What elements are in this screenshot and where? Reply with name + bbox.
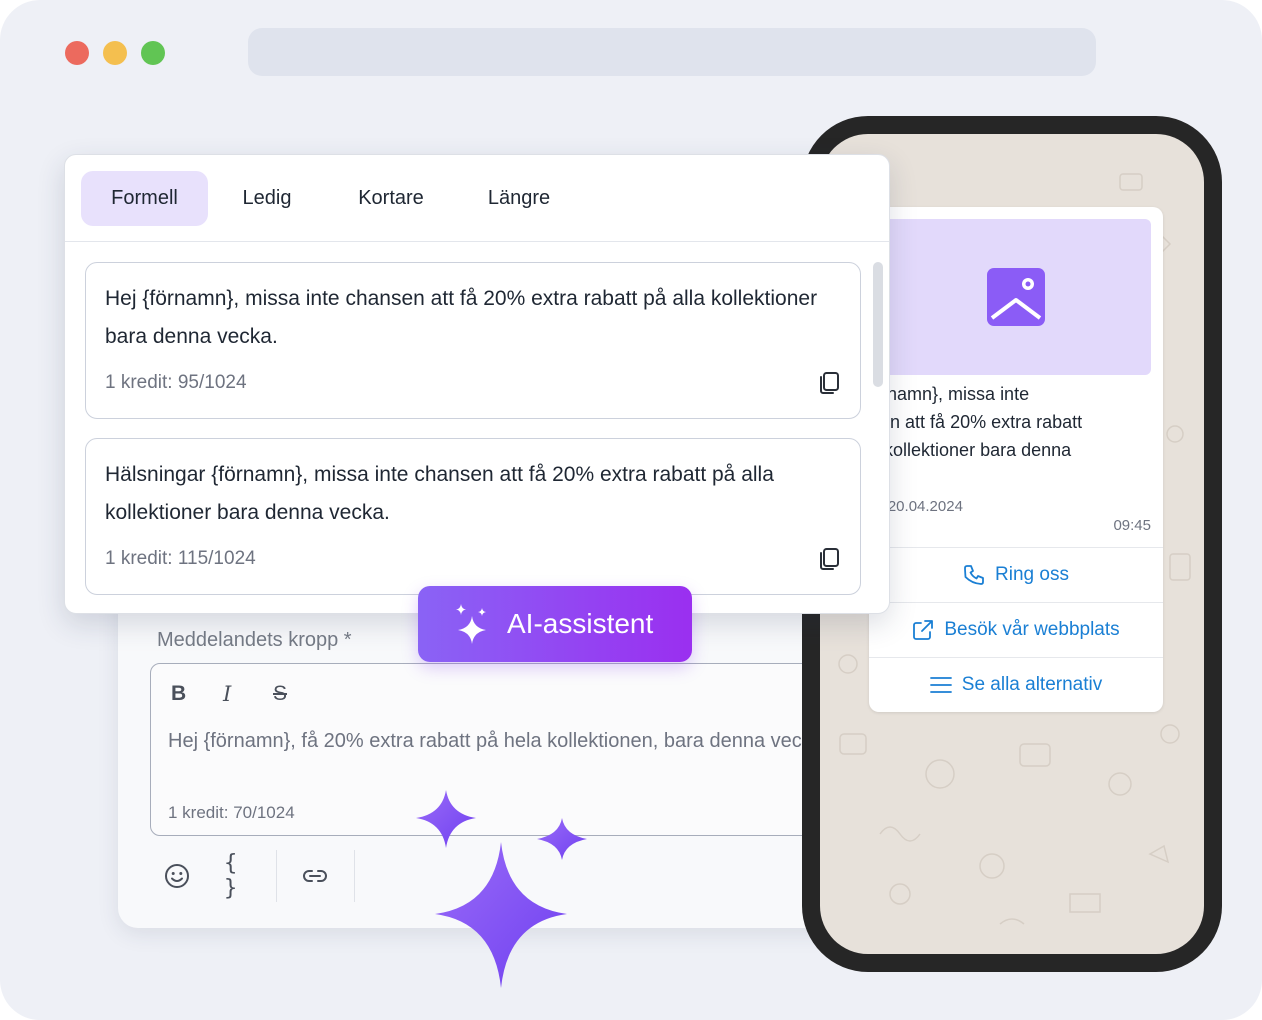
visit-website-label: Besök vår webbplats xyxy=(944,619,1120,640)
suggestion-text: Hej {förnamn}, missa inte chansen att få… xyxy=(105,287,818,348)
preview-timestamp: 09:45 xyxy=(1113,517,1151,534)
close-window-dot[interactable] xyxy=(65,41,89,65)
phone-icon xyxy=(964,565,984,585)
message-body-editor[interactable]: B I S Hej {förnamn}, få 20% extra rabatt… xyxy=(150,663,850,836)
list-icon xyxy=(929,677,952,693)
strikethrough-button[interactable]: S xyxy=(273,682,287,706)
see-all-options-button[interactable]: Se alla alternativ xyxy=(869,657,1163,712)
editor-bottom-toolbar: { } xyxy=(150,850,450,902)
address-bar[interactable] xyxy=(248,28,1096,76)
toolbar-divider xyxy=(354,850,355,902)
browser-window: Meddelandets kropp * B I S Hej {förnamn}… xyxy=(0,0,1262,1020)
tab-ledig[interactable]: Ledig xyxy=(220,171,314,226)
image-placeholder xyxy=(881,219,1151,375)
suggestion-card[interactable]: Hälsningar {förnamn}, missa inte chansen… xyxy=(85,438,861,595)
copy-icon[interactable] xyxy=(818,371,840,395)
see-all-options-label: Se alla alternativ xyxy=(961,674,1103,695)
call-us-label: Ring oss xyxy=(995,564,1069,585)
emoji-icon[interactable] xyxy=(162,850,192,902)
maximize-window-dot[interactable] xyxy=(141,41,165,65)
copy-icon[interactable] xyxy=(818,547,840,571)
whatsapp-message-card: j {förnamn}, missa inte ansen att få 20%… xyxy=(869,207,1163,712)
suggestion-credit-count: 1 kredit: 115/1024 xyxy=(105,548,256,569)
external-link-icon xyxy=(913,620,934,640)
message-body-text[interactable]: Hej {förnamn}, få 20% extra rabatt på he… xyxy=(168,730,823,753)
suggestion-card[interactable]: Hej {förnamn}, missa inte chansen att få… xyxy=(85,262,861,419)
message-body-label: Meddelandets kropp * xyxy=(157,629,352,651)
image-icon xyxy=(987,268,1045,326)
italic-button[interactable]: I xyxy=(223,682,231,706)
toolbar-divider xyxy=(276,850,277,902)
tone-tabs: Formell Ledig Kortare Längre xyxy=(65,155,889,242)
suggestion-credit-count: 1 kredit: 95/1024 xyxy=(105,372,247,393)
minimize-window-dot[interactable] xyxy=(103,41,127,65)
tab-kortare[interactable]: Kortare xyxy=(335,171,447,226)
ai-suggestions-popup: Formell Ledig Kortare Längre Hej {förnam… xyxy=(64,154,890,614)
suggestion-text: Hälsningar {förnamn}, missa inte chansen… xyxy=(105,463,774,524)
bold-button[interactable]: B xyxy=(171,682,186,706)
editor-credit-count: 1 kredit: 70/1024 xyxy=(168,803,295,822)
sparkle-icon xyxy=(456,604,486,644)
call-us-button[interactable]: Ring oss xyxy=(869,547,1163,602)
tab-formell[interactable]: Formell xyxy=(81,171,208,226)
ai-assistant-button[interactable]: AI-assistent xyxy=(418,586,692,662)
link-icon[interactable] xyxy=(300,850,330,902)
visit-website-button[interactable]: Besök vår webbplats xyxy=(869,602,1163,657)
tab-langre[interactable]: Längre xyxy=(465,171,573,226)
variable-braces-icon[interactable]: { } xyxy=(224,850,254,902)
suggestions-scrollbar[interactable] xyxy=(873,262,883,387)
ai-assistant-label: AI-assistent xyxy=(507,608,654,639)
preview-message-text: j {förnamn}, missa inte ansen att få 20%… xyxy=(869,384,1083,488)
